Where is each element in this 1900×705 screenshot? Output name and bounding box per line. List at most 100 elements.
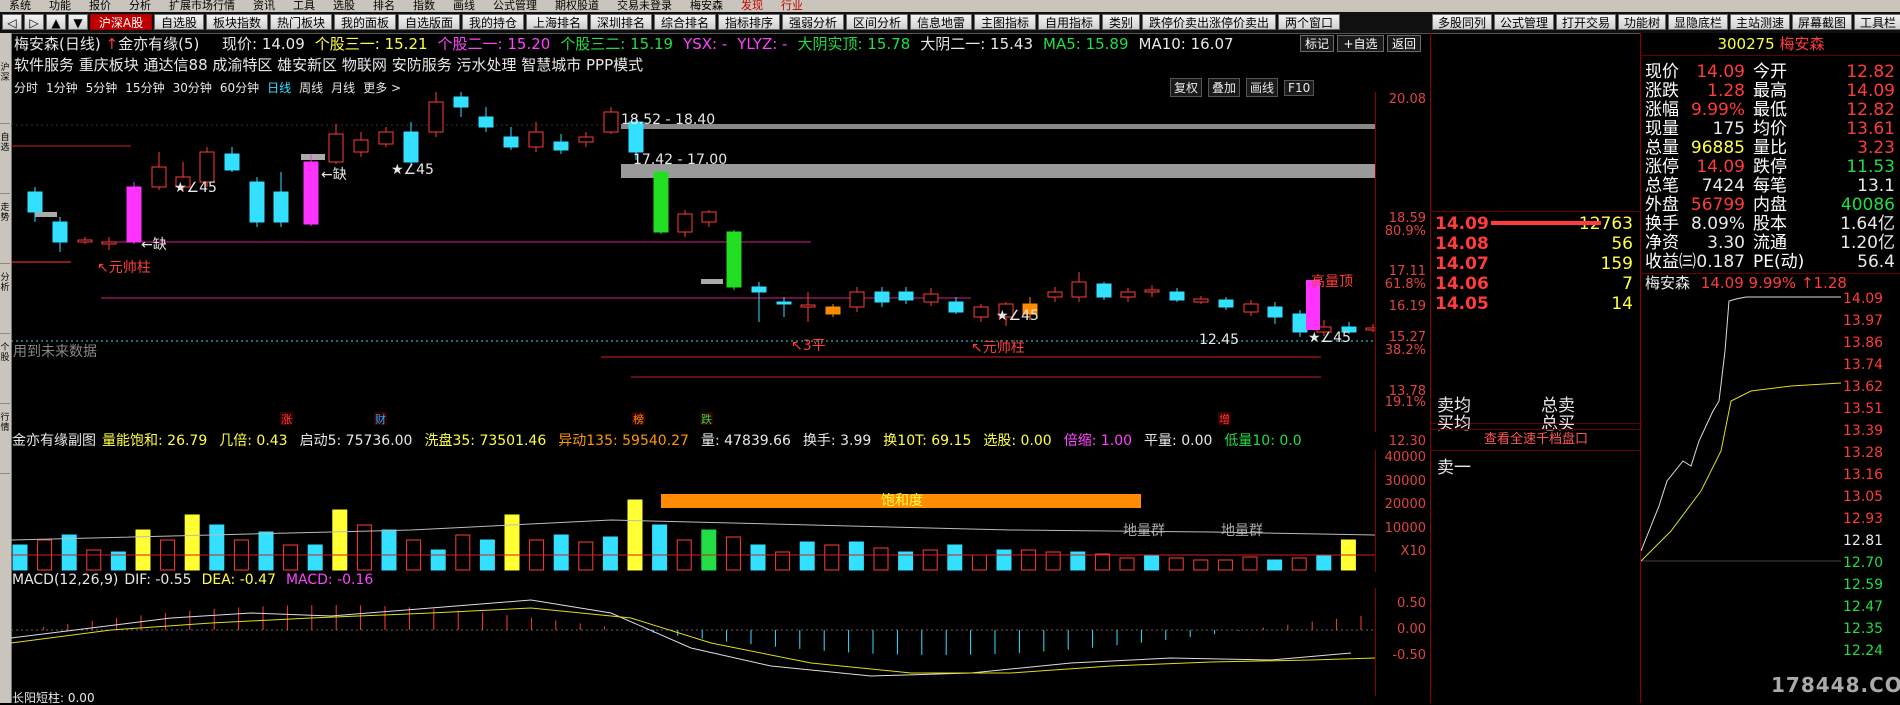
toolbar-button[interactable]: 综合排名 [654,14,716,30]
left-tab[interactable]: 沪 深 [0,63,10,124]
toolbar-right-button[interactable]: 功能树 [1618,14,1666,30]
menu-item[interactable]: 报价 [80,0,120,12]
toolbar-button[interactable]: 两个窗口 [1278,14,1340,30]
toolbar-button[interactable]: 板块指数 [206,14,268,30]
intraday-minichart[interactable] [1641,291,1841,703]
menu-item[interactable]: 指数 [404,0,444,12]
indicator-values: 现价: 14.09 个股三一: 15.21 个股二一: 15.20 个股三二: 15.… [222,36,1244,53]
volume-bar [627,499,643,571]
volume-bar [332,509,348,571]
quote-row: 现量 175 均价 13.61 [1641,120,1900,139]
toolbar-button[interactable]: 上海排名 [526,14,588,30]
candle-body [825,306,841,315]
toolbar-button[interactable]: 热门板块 [270,14,332,30]
volume-chart[interactable]: 饱和度地量群 地量群 [11,450,1375,572]
left-tab[interactable]: 行 情 [0,413,10,474]
toolbar-button[interactable]: 跌停价卖出涨停价卖出 [1142,14,1276,30]
toolbar-button[interactable]: 深圳排名 [590,14,652,30]
toolbar-right-button[interactable]: 多股同列 [1432,14,1492,30]
toolbar-button[interactable]: 类别 [1102,14,1140,30]
toolbar-button[interactable]: 主图指标 [974,14,1036,30]
toolbar-button[interactable]: ▼ [68,14,88,30]
volume-bar [1267,559,1283,571]
menu-item-red[interactable]: 发现 [732,0,772,12]
view-full-depth-link[interactable]: 查看全速千档盘口 [1431,429,1641,451]
sub1-value: 换手: 3.99 [802,433,872,449]
menu-item[interactable]: 期权股道 [546,0,608,12]
event-marker-label: 涨 [281,413,292,426]
volume-bar [86,549,102,571]
toolbar-button[interactable]: 区间分析 [846,14,908,30]
candle-body [874,291,890,303]
toolbar-right-button[interactable]: 工具栏 [1854,14,1900,30]
gray-mark [701,279,723,284]
candle-body [328,133,344,163]
candle-body [948,301,964,313]
toolbar-button[interactable]: 强弱分析 [782,14,844,30]
candle-body [303,161,319,225]
volume-bar [209,524,225,571]
menu-item[interactable]: 交易未登录 [608,0,681,12]
toolbar-button[interactable]: 沪深A股 [90,14,152,30]
mini-tick: 13.05 [1843,489,1884,505]
menu-item[interactable]: 系统 [0,0,40,12]
menu-item[interactable]: 分析 [120,0,160,12]
chart-header-button[interactable]: 返回 [1387,35,1421,52]
quote-key-2: 最高 [1753,81,1787,101]
macd-tick: -0.50 [1392,648,1426,663]
quote-key-2: PE(动) [1753,252,1805,272]
menu-item[interactable]: 资讯 [244,0,284,12]
volume-bar [1291,557,1307,571]
toolbar-right-button[interactable]: 打开交易 [1556,14,1616,30]
toolbar-button[interactable]: 信息地雷 [910,14,972,30]
toolbar-button[interactable]: 我的面板 [334,14,396,30]
macd-chart[interactable] [11,588,1375,696]
mini-tick: 12.81 [1843,533,1884,549]
star45-label-3: ★∠45 [996,308,1039,324]
range-band-2 [621,164,1375,178]
menu-item[interactable]: 梅安森 [681,0,732,12]
candle-body [52,221,68,243]
quote-value: 175 [1712,119,1745,139]
toolbar-button[interactable]: ▲ [46,14,66,30]
toolbar-button[interactable]: 指标排序 [718,14,780,30]
price-tick: 20.08 [1388,92,1426,107]
yuanshuai-label: ↖元帅柱 [97,260,151,276]
menu-item-red[interactable]: 行业 [772,0,812,12]
bid-qty: 159 [1600,254,1633,274]
event-marker-label: 财 [375,412,386,426]
toolbar-button[interactable]: ▷ [24,14,44,30]
toolbar-button[interactable]: 自选股 [154,14,204,30]
left-tab[interactable]: 个 股 [0,343,10,404]
menu-item[interactable]: 功能 [40,0,80,12]
sub1-value: 低量10: 0.0 [1224,433,1302,449]
kline-chart[interactable]: 18.52 - 18.40 17.42 - 17.00 12.45 ←缺 ←缺 ↖元帅柱 ↖… [11,92,1375,432]
menu-item[interactable]: 排名 [364,0,404,12]
orderbook-divider [1431,211,1641,212]
menu-item[interactable]: 公式管理 [484,0,546,12]
quote-key: 总量 [1645,138,1679,158]
quote-key-2: 均价 [1753,119,1787,139]
toolbar-right-button[interactable]: 屏幕截图 [1792,14,1852,30]
menu-item[interactable]: 画线 [444,0,484,12]
left-tab[interactable]: 走 势 [0,203,10,264]
toolbar-button[interactable]: ◁ [2,14,22,30]
toolbar-right-button[interactable]: 显隐底栏 [1668,14,1728,30]
menu-item[interactable]: 选股 [324,0,364,12]
menu-item[interactable]: 扩展市场行情 [160,0,244,12]
range-label-2: 17.42 - 17.00 [633,152,727,168]
chart-header-button[interactable]: +自选 [1337,35,1384,52]
volume-bar [258,531,274,571]
toolbar-button[interactable]: 自选版面 [398,14,460,30]
left-tab[interactable]: 自 选 [0,133,10,194]
toolbar-right-button[interactable]: 公式管理 [1494,14,1554,30]
volume-bar [381,529,397,571]
chart-header-button[interactable]: 标记 [1300,35,1334,52]
toolbar-right-button[interactable]: 主站测速 [1730,14,1790,30]
toolbar-button[interactable]: 自用指标 [1038,14,1100,30]
menu-item[interactable]: 工具 [284,0,324,12]
toolbar-button[interactable]: 我的持仓 [462,14,524,30]
left-tab[interactable]: 分 析 [0,273,10,334]
price-tick: 16.19 [1388,299,1426,314]
sub1-value: 异动135: 59540.27 [558,433,689,449]
